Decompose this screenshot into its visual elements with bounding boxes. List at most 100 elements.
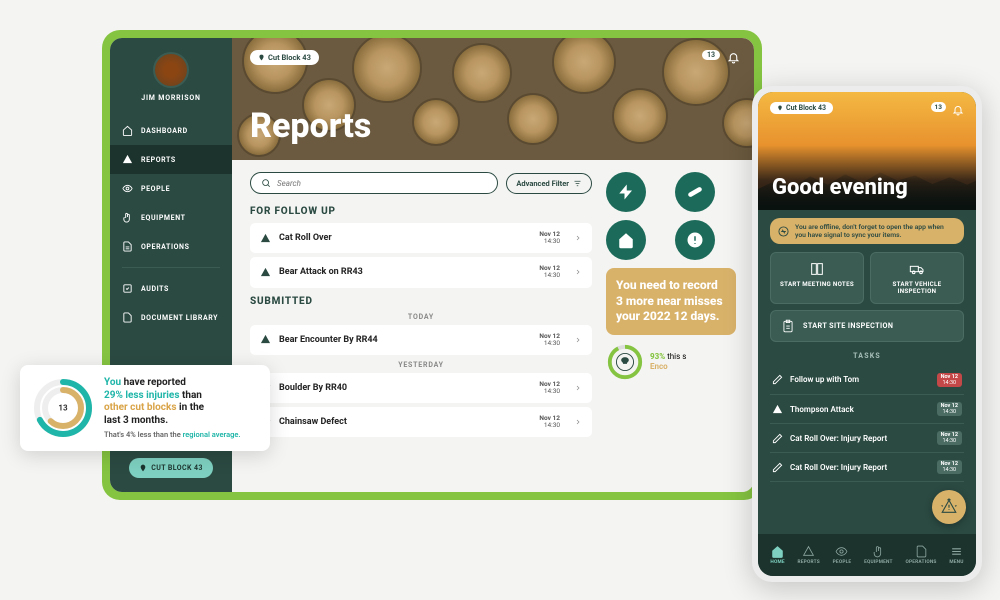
mobile-notifications-badge[interactable]: 13 [931,102,946,112]
notifications-badge[interactable]: 13 [702,50,720,60]
offline-banner: You are offline, don't forget to open th… [770,218,964,244]
mobile-device: Cut Block 43 13 Good evening You are off… [752,86,982,582]
nav-operations[interactable]: OPERATIONS [905,545,936,565]
task-item[interactable]: Follow up with Tom Nov 1214:30 [770,366,964,395]
task-title: Follow up with Tom [790,375,930,384]
home-icon [771,545,784,558]
sidebar-divider [122,267,220,268]
nav-label: PEOPLE [833,560,852,565]
task-item[interactable]: Cat Roll Over: Injury Report Nov 1214:30 [770,424,964,453]
bell-icon [727,51,740,64]
nav-menu[interactable]: MENU [949,545,963,565]
start-meeting-button[interactable]: START MEETING NOTES [770,252,864,304]
hand-icon [122,212,133,223]
bandage-icon [686,183,704,201]
stats-text: You have reported 29% less injuries than… [104,377,241,439]
username: JIM MORRISON [141,94,200,102]
bell-icon [952,104,964,116]
notifications-bell[interactable] [727,49,740,68]
eye-icon [835,545,848,558]
start-site-button[interactable]: START SITE INSPECTION [770,310,964,342]
advanced-filter-button[interactable]: Advanced Filter [506,173,592,194]
cutblock-pill-header[interactable]: Cut Block 43 [250,50,319,65]
floating-stats-card: 13 You have reported 29% less injuries t… [20,365,270,451]
search-icon [261,178,271,188]
sidebar-item-dashboard[interactable]: DASHBOARD [110,116,232,145]
report-item[interactable]: Cat Roll Over Nov 1214:30 [250,223,592,253]
warning-icon [772,404,783,415]
sidebar-item-equipment[interactable]: EQUIPMENT [110,203,232,232]
content-area: Advanced Filter FOR FOLLOW UP Cat Roll O… [232,160,754,453]
day-label-yesterday: YESTERDAY [250,361,592,369]
reports-column: Advanced Filter FOR FOLLOW UP Cat Roll O… [250,172,592,441]
hand-icon [872,545,885,558]
nav-people[interactable]: PEOPLE [833,545,852,565]
clipboard-icon [781,319,795,333]
nav-reports[interactable]: REPORTS [798,545,820,565]
hero-banner: Cut Block 43 13 Reports [232,38,754,160]
warning-icon [260,267,271,278]
doc-icon [122,241,133,252]
encounter-stat: 93% this s Enco [606,343,736,381]
report-title: Cat Roll Over [279,233,531,243]
page-title: Reports [250,106,371,146]
nav-equipment[interactable]: EQUIPMENT [864,545,893,565]
nav-label: HOME [770,560,784,565]
report-item[interactable]: Bear Attack on RR43 Nov 1214:30 [250,257,592,287]
search-input-wrapper[interactable] [250,172,498,194]
pin-icon [139,464,147,472]
cutblock-pill-mobile[interactable]: Cut Block 43 [770,102,833,114]
sidebar-item-label: OPERATIONS [141,243,190,251]
sidebar-item-label: PEOPLE [141,185,170,193]
home-icon [617,231,635,249]
chevron-right-icon [574,336,582,344]
start-vehicle-button[interactable]: START VEHICLE INSPECTION [870,252,964,304]
nav-home[interactable]: HOME [770,545,784,565]
pencil-icon [772,374,783,385]
submitted-header: SUBMITTED [250,296,592,307]
mobile-notifications-bell[interactable] [952,101,964,120]
cutblock-pill-sidebar[interactable]: CUT BLOCK 43 [129,458,213,478]
report-item[interactable]: Bear Encounter By RR44 Nov 1214:30 [250,325,592,355]
reminder-card: You need to record 3 more near misses yo… [606,268,736,335]
tasks-header: TASKS [770,352,964,360]
chevron-right-icon [574,234,582,242]
sidebar-item-operations[interactable]: OPERATIONS [110,232,232,261]
sidebar-item-people[interactable]: PEOPLE [110,174,232,203]
task-item[interactable]: Cat Roll Over: Injury Report Nov 1214:30 [770,453,964,482]
greeting-text: Good evening [772,175,908,200]
sidebar-item-document-library[interactable]: DOCUMENT LIBRARY [110,303,232,332]
avatar[interactable] [153,52,189,88]
sidebar-item-label: REPORTS [141,156,176,164]
encounter-donut [606,343,644,381]
right-column: You need to record 3 more near misses yo… [606,172,736,441]
eye-icon [122,183,133,194]
task-date-badge: Nov 1214:30 [937,431,962,445]
report-date: Nov 1214:30 [539,333,560,347]
advanced-filter-label: Advanced Filter [516,179,569,188]
quick-bolt-button[interactable] [606,172,646,212]
menu-icon [950,545,963,558]
task-item[interactable]: Thompson Attack Nov 1214:30 [770,395,964,424]
cutblock-pill-label: Cut Block 43 [268,53,311,62]
pencil-icon [772,462,783,473]
sidebar-item-audits[interactable]: AUDITS [110,274,232,303]
chevron-right-icon [574,418,582,426]
nav-label: EQUIPMENT [864,560,893,565]
emergency-fab[interactable] [932,490,966,524]
quick-actions-row: START MEETING NOTES START VEHICLE INSPEC… [770,252,964,304]
stats-donut: 13 [32,377,94,439]
report-item[interactable]: Boulder By RR40 Nov 1214:30 [250,373,592,403]
sidebar-item-reports[interactable]: REPORTS [110,145,232,174]
search-row: Advanced Filter [250,172,592,194]
stats-center-number: 13 [58,404,67,413]
report-item[interactable]: Chainsaw Defect Nov 1214:30 [250,407,592,437]
quick-home-button[interactable] [606,220,646,260]
followup-header: FOR FOLLOW UP [250,206,592,217]
warning-icon [260,334,271,345]
quick-alert-button[interactable] [675,220,715,260]
pencil-icon [772,433,783,444]
quick-bandage-button[interactable] [675,172,715,212]
search-input[interactable] [277,179,487,188]
report-title: Chainsaw Defect [279,417,531,427]
